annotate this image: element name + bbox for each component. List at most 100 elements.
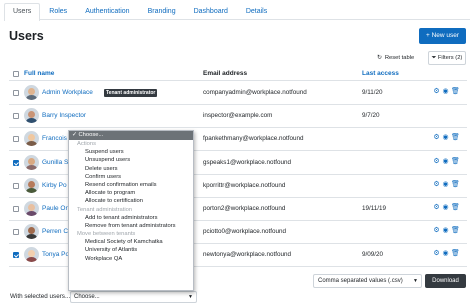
- row-checkbox[interactable]: [13, 136, 19, 143]
- dropdown-option[interactable]: Confirm users: [69, 173, 193, 181]
- trash-icon[interactable]: 🗑: [451, 227, 460, 235]
- eye-icon[interactable]: ◉: [442, 134, 449, 142]
- filters-button[interactable]: ⏷ Filters (2): [428, 51, 466, 65]
- eye-icon[interactable]: ◉: [442, 227, 449, 235]
- dropdown-option[interactable]: Delete users: [69, 165, 193, 173]
- user-email: fpankethmany@workplace.notfound: [203, 135, 304, 143]
- avatar: [24, 224, 39, 240]
- header-full-name[interactable]: Full name: [24, 70, 54, 77]
- user-name-link[interactable]: Paule Ort: [42, 205, 69, 212]
- trash-icon[interactable]: 🗑: [451, 181, 460, 189]
- row-checkbox[interactable]: [13, 252, 19, 259]
- bulk-actions-select[interactable]: Choose... ▼: [70, 291, 197, 303]
- table-header: Full name Email address Last access: [9, 69, 467, 81]
- user-name-link[interactable]: Perren Ci: [42, 228, 69, 235]
- row-actions: ⚙ ◉ 🗑: [433, 181, 460, 189]
- user-email: porton2@workplace.notfound: [203, 205, 286, 212]
- dropdown-option[interactable]: University of Atlantis: [69, 246, 193, 254]
- cog-icon[interactable]: ⚙: [433, 158, 440, 166]
- row-actions: ⚙ ◉ 🗑: [433, 158, 460, 166]
- dropdown-option[interactable]: Remove from tenant administrators: [69, 222, 193, 230]
- tab-bar: Users Roles Authentication Branding Dash…: [4, 3, 470, 21]
- tab-branding[interactable]: Branding: [139, 3, 185, 20]
- row-checkbox[interactable]: [13, 206, 19, 212]
- user-name-link[interactable]: Barry Inspector: [42, 112, 86, 119]
- row-actions: ⚙ ◉ 🗑: [433, 227, 460, 235]
- eye-icon[interactable]: ◉: [442, 181, 449, 189]
- cog-icon[interactable]: ⚙: [433, 181, 440, 189]
- dropdown-option[interactable]: Allocate to program: [69, 189, 193, 197]
- filter-icon: ⏷: [431, 55, 437, 61]
- row-checkbox[interactable]: [13, 113, 19, 120]
- trash-icon[interactable]: 🗑: [451, 158, 460, 166]
- dropdown-option[interactable]: Resend confirmation emails: [69, 181, 193, 189]
- dropdown-group-label: Actions: [77, 141, 97, 147]
- dropdown-option[interactable]: Allocate to certification: [69, 197, 193, 205]
- row-actions: ⚙ ◉ 🗑: [433, 88, 460, 96]
- chevron-down-icon: ▼: [188, 294, 193, 300]
- filters-label: Filters (2): [437, 55, 463, 61]
- avatar: [24, 131, 39, 147]
- user-email: inspector@example.com: [203, 112, 273, 120]
- avatar: [24, 108, 39, 124]
- trash-icon[interactable]: 🗑: [451, 88, 460, 96]
- avatar: [24, 154, 39, 170]
- trash-icon[interactable]: 🗑: [451, 204, 460, 212]
- tenant-admin-badge: Tenant administrator: [104, 89, 158, 97]
- tab-details[interactable]: Details: [237, 3, 276, 20]
- select-all-checkbox[interactable]: [13, 71, 19, 77]
- user-email: pciotto0@workplace.notfound: [203, 228, 287, 236]
- user-name-link[interactable]: Admin Workplace: [42, 89, 93, 96]
- eye-icon[interactable]: ◉: [442, 250, 449, 258]
- reset-icon: ↻: [377, 55, 382, 61]
- trash-icon[interactable]: 🗑: [451, 250, 460, 258]
- dropdown-option[interactable]: Suspend users: [69, 148, 193, 156]
- user-name-link[interactable]: Kirby Po: [42, 182, 67, 189]
- cog-icon[interactable]: ⚙: [433, 227, 440, 235]
- export-format-value: Comma separated values (.csv): [318, 278, 403, 284]
- dropdown-option[interactable]: Workplace QA: [69, 255, 193, 263]
- page-title: Users: [9, 29, 44, 43]
- table-row: Barry Inspector inspector@example.com 9/7/…: [9, 105, 467, 129]
- row-checkbox[interactable]: [13, 90, 19, 96]
- row-actions: ⚙ ◉ 🗑: [433, 204, 460, 212]
- tab-roles[interactable]: Roles: [40, 3, 76, 20]
- user-email: companyadmin@workplace.notfound: [203, 89, 307, 96]
- reset-table-button[interactable]: ↻ Reset table: [377, 52, 414, 64]
- eye-icon[interactable]: ◉: [442, 204, 449, 212]
- trash-icon[interactable]: 🗑: [451, 134, 460, 142]
- user-name-link[interactable]: Gunilla S: [42, 159, 68, 166]
- cog-icon[interactable]: ⚙: [433, 88, 440, 96]
- header-last-access[interactable]: Last access: [362, 70, 399, 77]
- avatar: [24, 201, 39, 216]
- user-last-access: 19/11/19: [362, 205, 387, 212]
- eye-icon[interactable]: ◉: [442, 88, 449, 96]
- cog-icon[interactable]: ⚙: [433, 204, 440, 212]
- chevron-down-icon: ▼: [413, 278, 418, 284]
- row-checkbox[interactable]: [13, 229, 19, 236]
- user-last-access: 9/09/20: [362, 251, 384, 259]
- row-checkbox[interactable]: [13, 159, 19, 166]
- row-actions: ⚙ ◉ 🗑: [433, 250, 460, 258]
- user-name-link[interactable]: Tonya Po: [42, 251, 69, 258]
- tab-dashboard[interactable]: Dashboard: [185, 3, 237, 20]
- cog-icon[interactable]: ⚙: [433, 250, 440, 258]
- dropdown-option[interactable]: Unsuspend users: [69, 156, 193, 164]
- dropdown-option-choose[interactable]: ✓ Choose...: [69, 131, 193, 140]
- dropdown-option[interactable]: Add to tenant administrators: [69, 214, 193, 222]
- download-button[interactable]: Download: [425, 274, 466, 288]
- dropdown-option[interactable]: Medical Society of Kamchatka: [69, 238, 193, 246]
- avatar: [24, 177, 39, 193]
- new-user-button[interactable]: + New user: [419, 28, 466, 44]
- user-last-access: 9/11/20: [362, 89, 383, 96]
- eye-icon[interactable]: ◉: [442, 158, 449, 166]
- bulk-actions-label: With selected users...: [10, 293, 71, 300]
- row-checkbox[interactable]: [13, 182, 19, 189]
- avatar: [24, 247, 39, 263]
- tab-authentication[interactable]: Authentication: [76, 3, 138, 20]
- cog-icon[interactable]: ⚙: [433, 134, 440, 142]
- row-actions: ⚙ ◉ 🗑: [433, 134, 460, 142]
- user-last-access: 9/7/20: [362, 112, 380, 120]
- tab-users[interactable]: Users: [4, 3, 41, 21]
- export-format-select[interactable]: Comma separated values (.csv) ▼: [313, 274, 422, 288]
